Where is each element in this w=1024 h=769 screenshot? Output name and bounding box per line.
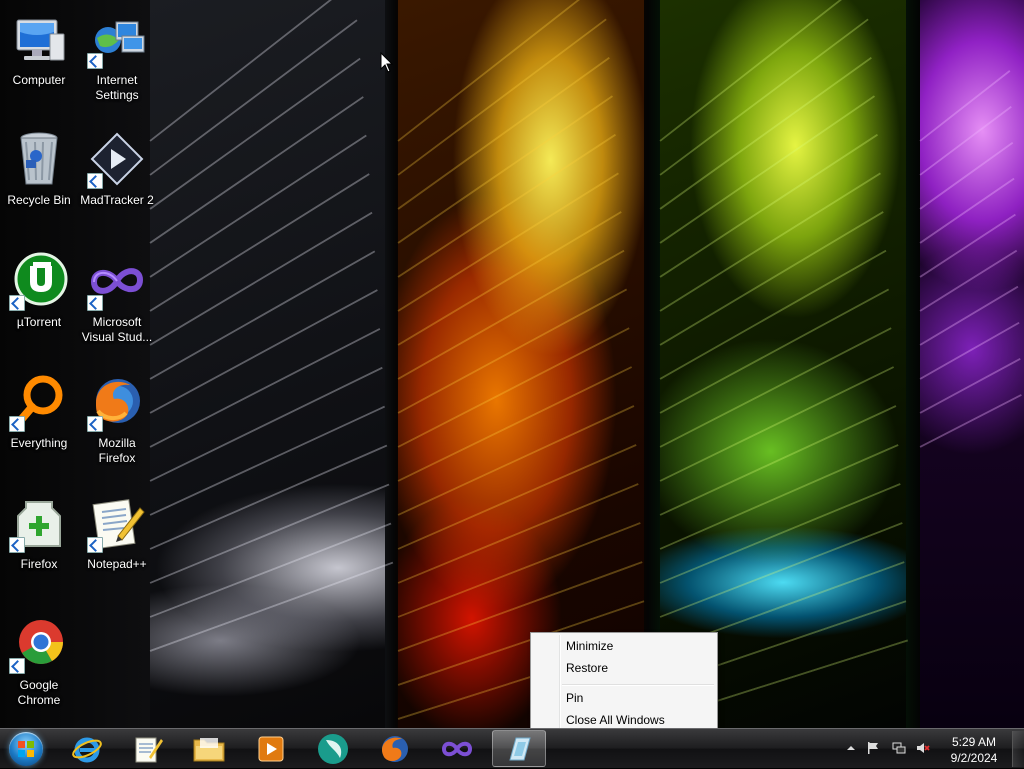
computer-icon [10,10,68,68]
desktop-icon-label: Everything [10,436,68,450]
action-center-flag-icon[interactable] [866,741,880,755]
firefox-icon [87,373,146,432]
wallpaper-green-band [660,0,906,728]
desktop-icon-label: Mozilla Firefox [98,436,136,465]
taskbar-active-window[interactable] [492,730,546,767]
desktop-icon-label: Recycle Bin [7,193,71,207]
shortcut-arrow-icon [9,295,25,311]
desktop-icon-recycle-bin[interactable]: Recycle Bin [0,130,78,208]
desktop-wallpaper [0,0,1024,728]
menu-item-pin[interactable]: Pin [534,688,714,708]
visual-studio-icon [441,741,473,756]
desktop-icon-google-chrome[interactable]: Google Chrome [0,615,78,708]
madtracker-icon [87,130,146,189]
everything-search-icon [9,373,68,432]
menu-item-restore[interactable]: Restore [534,658,714,678]
shortcut-arrow-icon [87,416,103,432]
firefox-portable-icon [9,494,68,553]
taskbar-internet-explorer[interactable] [60,730,114,767]
recycle-bin-icon [10,130,68,188]
taskbar-madtracker[interactable] [306,730,360,767]
menu-item-close-all-windows[interactable]: Close All Windows [534,710,714,730]
desktop-icon-label: Internet Settings [95,73,139,102]
internet-settings-icon [87,10,146,69]
desktop-icon-label: MadTracker 2 [80,193,154,207]
system-clock[interactable]: 5:29 AM 9/2/2024 [934,734,1014,766]
file-explorer-icon [193,737,225,761]
menu-item-minimize[interactable]: Minimize [534,636,714,656]
windows-logo-icon [9,732,43,766]
active-window-icon [509,737,531,760]
taskbar-visual-studio[interactable] [430,730,484,767]
shortcut-arrow-icon [87,173,103,189]
volume-muted-icon[interactable] [916,741,930,755]
internet-explorer-icon [72,737,102,762]
taskbar-media-player[interactable] [244,730,298,767]
network-icon[interactable] [892,741,906,755]
notepad-plus-plus-icon [87,494,146,553]
shortcut-arrow-icon [87,53,103,69]
desktop-icon-everything[interactable]: Everything [0,373,78,451]
taskbar-notepad[interactable] [120,730,174,767]
start-button[interactable] [4,729,48,769]
desktop-icon-notepad-plus-plus[interactable]: Notepad++ [78,494,156,572]
firefox-icon [382,735,408,762]
show-desktop-button[interactable] [1012,731,1024,767]
desktop-icon-utorrent[interactable]: µTorrent [0,252,78,330]
desktop-icon-label: Microsoft Visual Stud... [81,315,153,344]
desktop-icon-computer[interactable]: Computer [0,10,78,88]
desktop-icon-label: Google Chrome [17,678,61,707]
visual-studio-icon [87,252,146,311]
clock-time: 5:29 AM [951,735,997,749]
notepad-icon [135,737,163,762]
madtracker-icon [318,733,348,764]
tray-expand-icon[interactable] [844,741,858,755]
desktop-icon-internet-settings[interactable]: Internet Settings [78,10,156,103]
desktop-icon-label: Notepad++ [87,557,147,571]
desktop-icon-mozilla-firefox[interactable]: Mozilla Firefox [78,373,156,466]
shortcut-arrow-icon [87,295,103,311]
media-player-icon [258,736,284,761]
desktop-icon-firefox[interactable]: Firefox [0,494,78,572]
desktop-icon-visual-studio[interactable]: Microsoft Visual Stud... [78,252,156,345]
wallpaper-grey-band [150,0,385,728]
taskbar: 5:29 AM 9/2/2024 [0,728,1024,768]
shortcut-arrow-icon [9,658,25,674]
desktop-icon-label: µTorrent [16,315,62,329]
shortcut-arrow-icon [9,537,25,553]
clock-date: 9/2/2024 [950,751,998,765]
mouse-cursor-icon [380,52,394,73]
desktop-icon-madtracker[interactable]: MadTracker 2 [78,130,156,208]
desktop-icon-label: Computer [12,73,66,87]
desktop-icon-label: Firefox [20,557,58,571]
wallpaper-orange-band [398,0,644,728]
chrome-icon [9,615,68,674]
utorrent-icon [9,252,68,311]
menu-separator [562,684,714,686]
shortcut-arrow-icon [9,416,25,432]
taskbar-jump-list-menu: Minimize Restore Pin Close All Windows [530,632,718,734]
taskbar-firefox[interactable] [368,730,422,767]
taskbar-file-explorer[interactable] [182,730,236,767]
shortcut-arrow-icon [87,537,103,553]
